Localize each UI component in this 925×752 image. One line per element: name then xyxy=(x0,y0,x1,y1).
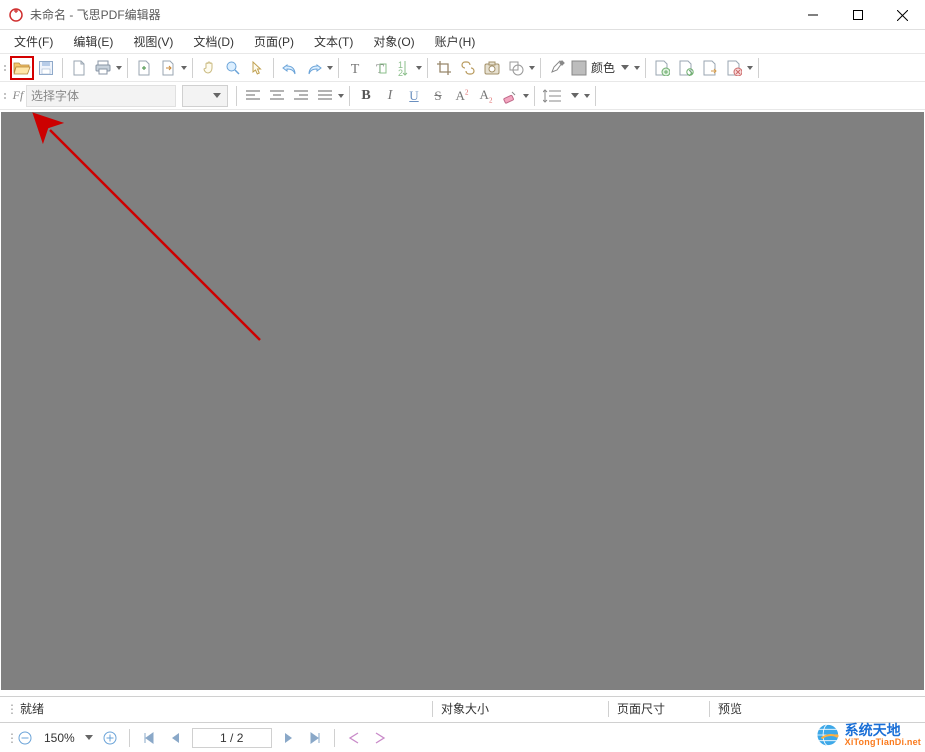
zoom-in-button[interactable] xyxy=(99,727,121,749)
blank-page-button[interactable] xyxy=(67,56,91,80)
subscript-button[interactable]: A2 xyxy=(474,84,498,108)
save-button[interactable] xyxy=(34,56,58,80)
menu-object[interactable]: 对象(O) xyxy=(363,30,424,53)
status-object-size: 对象大小 xyxy=(433,700,608,717)
superscript-button[interactable]: A2 xyxy=(450,84,474,108)
close-button[interactable] xyxy=(880,0,925,30)
toolbar-overflow-5[interactable] xyxy=(528,66,536,70)
text-tool-button[interactable]: T xyxy=(343,56,367,80)
menu-text[interactable]: 文本(T) xyxy=(304,30,363,53)
svg-text:T: T xyxy=(351,62,360,76)
select-tool-button[interactable] xyxy=(245,56,269,80)
snapshot-button[interactable] xyxy=(480,56,504,80)
strikethrough-button[interactable]: S xyxy=(426,84,450,108)
menu-edit[interactable]: 编辑(E) xyxy=(63,30,123,53)
window-title: 未命名 - 飞思PDF编辑器 xyxy=(30,6,161,23)
menu-file[interactable]: 文件(F) xyxy=(4,30,63,53)
page-export-button[interactable] xyxy=(156,56,180,80)
zoom-level: 150% xyxy=(44,731,75,745)
toolbar-overflow-2[interactable] xyxy=(180,66,188,70)
toolbar-font: Ff 选择字体 B I U S A2 A2 xyxy=(0,82,925,110)
svg-text:2: 2 xyxy=(398,68,403,77)
color-dropdown[interactable] xyxy=(617,58,633,78)
font-family-placeholder: 选择字体 xyxy=(31,87,79,104)
open-button[interactable] xyxy=(10,56,34,80)
toolbar-handle[interactable] xyxy=(2,58,8,78)
prev-page-button[interactable] xyxy=(164,727,186,749)
last-page-button[interactable] xyxy=(304,727,326,749)
shape-button[interactable] xyxy=(504,56,528,80)
toolbar-overflow-7[interactable] xyxy=(746,66,754,70)
first-page-button[interactable] xyxy=(138,727,160,749)
toolbar-overflow-3[interactable] xyxy=(326,66,334,70)
align-left-button[interactable] xyxy=(241,84,265,108)
bold-button[interactable]: B xyxy=(354,84,378,108)
line-spacing-overflow[interactable] xyxy=(583,94,591,98)
clear-format-button[interactable] xyxy=(498,84,522,108)
app-icon xyxy=(8,7,24,23)
align-justify-button[interactable] xyxy=(313,84,337,108)
align-center-button[interactable] xyxy=(265,84,289,108)
zoom-dropdown[interactable] xyxy=(81,728,97,748)
font-size-combo[interactable] xyxy=(182,85,228,107)
font-family-icon: Ff xyxy=(10,88,26,103)
vertical-text-button[interactable]: 12 xyxy=(391,56,415,80)
color-swatch-button[interactable] xyxy=(569,56,589,80)
page-extract-button[interactable] xyxy=(698,56,722,80)
toolbar-handle-2[interactable] xyxy=(2,86,8,106)
status-bar: ⋮ 就绪 对象大小 页面尺寸 预览 xyxy=(0,696,925,720)
page-indicator[interactable]: 1 / 2 xyxy=(192,728,272,748)
align-right-button[interactable] xyxy=(289,84,313,108)
redo-button[interactable] xyxy=(302,56,326,80)
toolbar-overflow-4[interactable] xyxy=(415,66,423,70)
globe-icon xyxy=(815,722,841,748)
window-controls xyxy=(790,0,925,30)
crop-button[interactable] xyxy=(432,56,456,80)
eyedropper-button[interactable] xyxy=(545,56,569,80)
nav-back-button[interactable] xyxy=(343,727,365,749)
print-button[interactable] xyxy=(91,56,115,80)
line-spacing-dropdown[interactable] xyxy=(567,86,583,106)
navigation-bar: ⋮ 150% 1 / 2 系统天地 XiTongTianDi.net xyxy=(0,722,925,752)
align-overflow[interactable] xyxy=(337,94,345,98)
page-delete-button[interactable] xyxy=(722,56,746,80)
menu-account[interactable]: 账户(H) xyxy=(425,30,486,53)
toolbar-overflow-1[interactable] xyxy=(115,66,123,70)
underline-button[interactable]: U xyxy=(402,84,426,108)
toolbar-main: T T 12 颜色 xyxy=(0,54,925,82)
font-family-combo[interactable]: 选择字体 xyxy=(26,85,176,107)
hand-tool-button[interactable] xyxy=(197,56,221,80)
color-label: 颜色 xyxy=(591,59,615,76)
nav-forward-button[interactable] xyxy=(369,727,391,749)
undo-button[interactable] xyxy=(278,56,302,80)
watermark-logo: 系统天地 XiTongTianDi.net xyxy=(815,722,921,748)
menu-document[interactable]: 文档(D) xyxy=(183,30,244,53)
font-style-overflow[interactable] xyxy=(522,94,530,98)
text-box-button[interactable]: T xyxy=(367,56,391,80)
link-button[interactable] xyxy=(456,56,480,80)
toolbar-overflow-6[interactable] xyxy=(633,66,641,70)
nav-handle[interactable]: ⋮ xyxy=(6,731,12,745)
menu-view[interactable]: 视图(V) xyxy=(123,30,183,53)
page-add-button[interactable] xyxy=(650,56,674,80)
status-ready: 就绪 xyxy=(12,700,432,717)
watermark-title: 系统天地 xyxy=(845,723,921,738)
page-insert-button[interactable] xyxy=(674,56,698,80)
next-page-button[interactable] xyxy=(278,727,300,749)
menu-bar: 文件(F) 编辑(E) 视图(V) 文档(D) 页面(P) 文本(T) 对象(O… xyxy=(0,30,925,54)
zoom-tool-button[interactable] xyxy=(221,56,245,80)
italic-button[interactable]: I xyxy=(378,84,402,108)
maximize-button[interactable] xyxy=(835,0,880,30)
document-canvas[interactable] xyxy=(1,112,924,690)
menu-page[interactable]: 页面(P) xyxy=(244,30,304,53)
title-bar: 未命名 - 飞思PDF编辑器 xyxy=(0,0,925,30)
font-size-dropdown-icon xyxy=(209,86,225,106)
watermark-subtitle: XiTongTianDi.net xyxy=(845,738,921,747)
line-spacing-button[interactable] xyxy=(539,84,567,108)
page-import-button[interactable] xyxy=(132,56,156,80)
zoom-out-button[interactable] xyxy=(14,727,36,749)
status-page-size: 页面尺寸 xyxy=(609,700,709,717)
status-preview: 预览 xyxy=(710,700,919,717)
minimize-button[interactable] xyxy=(790,0,835,30)
